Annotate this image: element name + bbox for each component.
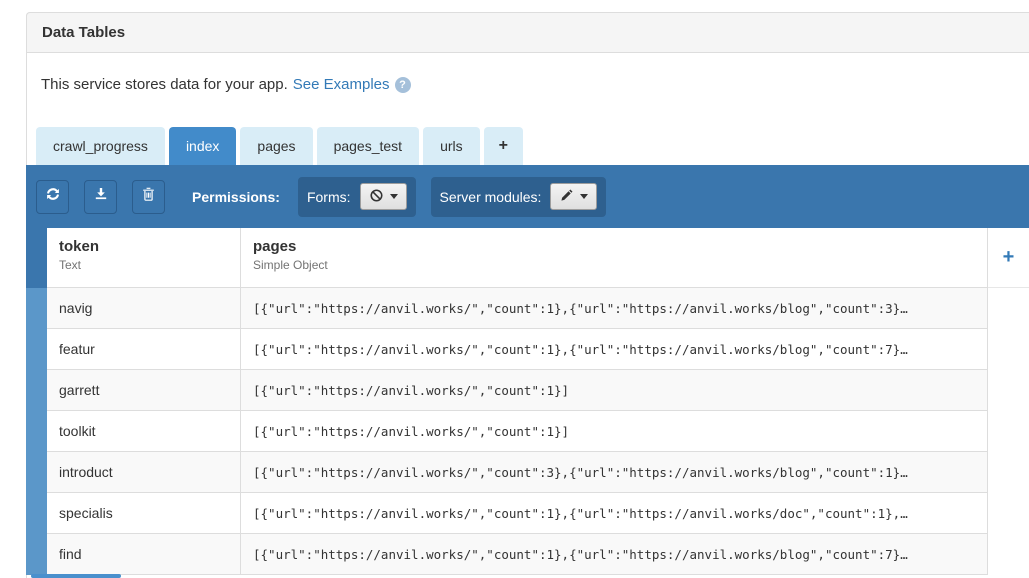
pages-cell[interactable]: [{"url":"https://anvil.works/","count":1…: [240, 534, 987, 574]
service-description-text: This service stores data for your app.: [41, 76, 288, 93]
token-cell[interactable]: garrett: [47, 370, 240, 410]
page-title: Data Tables: [42, 24, 125, 41]
chevron-down-icon: [580, 194, 588, 199]
download-icon: [93, 186, 109, 207]
add-table-tab[interactable]: +: [484, 127, 523, 165]
column-name: token: [59, 238, 240, 255]
server-modules-label: Server modules:: [440, 189, 542, 205]
pages-cell[interactable]: [{"url":"https://anvil.works/","count":1…: [240, 411, 987, 451]
column-name: pages: [253, 238, 987, 255]
table-tabs: crawl_progress index pages pages_test ur…: [36, 127, 523, 165]
horizontal-scrollbar-thumb[interactable]: [31, 574, 121, 578]
token-cell[interactable]: navig: [47, 288, 240, 328]
token-cell[interactable]: toolkit: [47, 411, 240, 451]
table-row: specialis [{"url":"https://anvil.works/"…: [47, 493, 988, 534]
add-column-button[interactable]: +: [988, 228, 1029, 288]
token-cell[interactable]: featur: [47, 329, 240, 369]
delete-table-button[interactable]: [132, 180, 165, 214]
table-toolbar: Permissions: Forms: Server modules:: [26, 165, 1029, 228]
help-icon[interactable]: ?: [395, 77, 411, 93]
trash-icon: [141, 186, 156, 207]
server-modules-permission-dropdown[interactable]: [550, 183, 597, 210]
header-gutter: [26, 228, 47, 288]
permissions-label: Permissions:: [192, 189, 280, 205]
forms-permission-dropdown[interactable]: [360, 183, 407, 210]
server-modules-permission-group: Server modules:: [431, 177, 607, 217]
data-tables-page: Data Tables This service stores data for…: [0, 0, 1029, 578]
tab-pages-test[interactable]: pages_test: [317, 127, 420, 165]
table-row: garrett [{"url":"https://anvil.works/","…: [47, 370, 988, 411]
pages-cell[interactable]: [{"url":"https://anvil.works/","count":3…: [240, 452, 987, 492]
tab-index[interactable]: index: [169, 127, 236, 165]
column-header-pages[interactable]: pages Simple Object: [240, 228, 987, 287]
column-type: Text: [59, 258, 240, 272]
table-row: introduct [{"url":"https://anvil.works/"…: [47, 452, 988, 493]
see-examples-link[interactable]: See Examples: [293, 76, 390, 93]
column-type: Simple Object: [253, 258, 987, 272]
ban-icon: [369, 188, 384, 206]
tab-urls[interactable]: urls: [423, 127, 480, 165]
data-table-grid: token Text pages Simple Object + navig […: [26, 228, 1029, 575]
row-selector-gutter[interactable]: [26, 288, 47, 575]
chevron-down-icon: [390, 194, 398, 199]
refresh-icon: [45, 186, 61, 207]
table-row: find [{"url":"https://anvil.works/","cou…: [47, 534, 988, 575]
pencil-icon: [559, 188, 574, 206]
table-row: toolkit [{"url":"https://anvil.works/","…: [47, 411, 988, 452]
table-row: navig [{"url":"https://anvil.works/","co…: [47, 288, 988, 329]
token-cell[interactable]: find: [47, 534, 240, 574]
pages-cell[interactable]: [{"url":"https://anvil.works/","count":1…: [240, 493, 987, 533]
column-header-token[interactable]: token Text: [47, 228, 240, 287]
token-cell[interactable]: introduct: [47, 452, 240, 492]
refresh-button[interactable]: [36, 180, 69, 214]
pages-cell[interactable]: [{"url":"https://anvil.works/","count":1…: [240, 370, 987, 410]
tab-pages[interactable]: pages: [240, 127, 312, 165]
download-button[interactable]: [84, 180, 117, 214]
pages-cell[interactable]: [{"url":"https://anvil.works/","count":1…: [240, 288, 987, 328]
token-cell[interactable]: specialis: [47, 493, 240, 533]
table-row: featur [{"url":"https://anvil.works/","c…: [47, 329, 988, 370]
forms-label: Forms:: [307, 189, 351, 205]
forms-permission-group: Forms:: [298, 177, 416, 217]
tab-crawl-progress[interactable]: crawl_progress: [36, 127, 165, 165]
panel-heading: Data Tables: [26, 12, 1029, 53]
pages-cell[interactable]: [{"url":"https://anvil.works/","count":1…: [240, 329, 987, 369]
service-description: This service stores data for your app. S…: [41, 76, 411, 93]
column-header-row: token Text pages Simple Object: [47, 228, 988, 288]
